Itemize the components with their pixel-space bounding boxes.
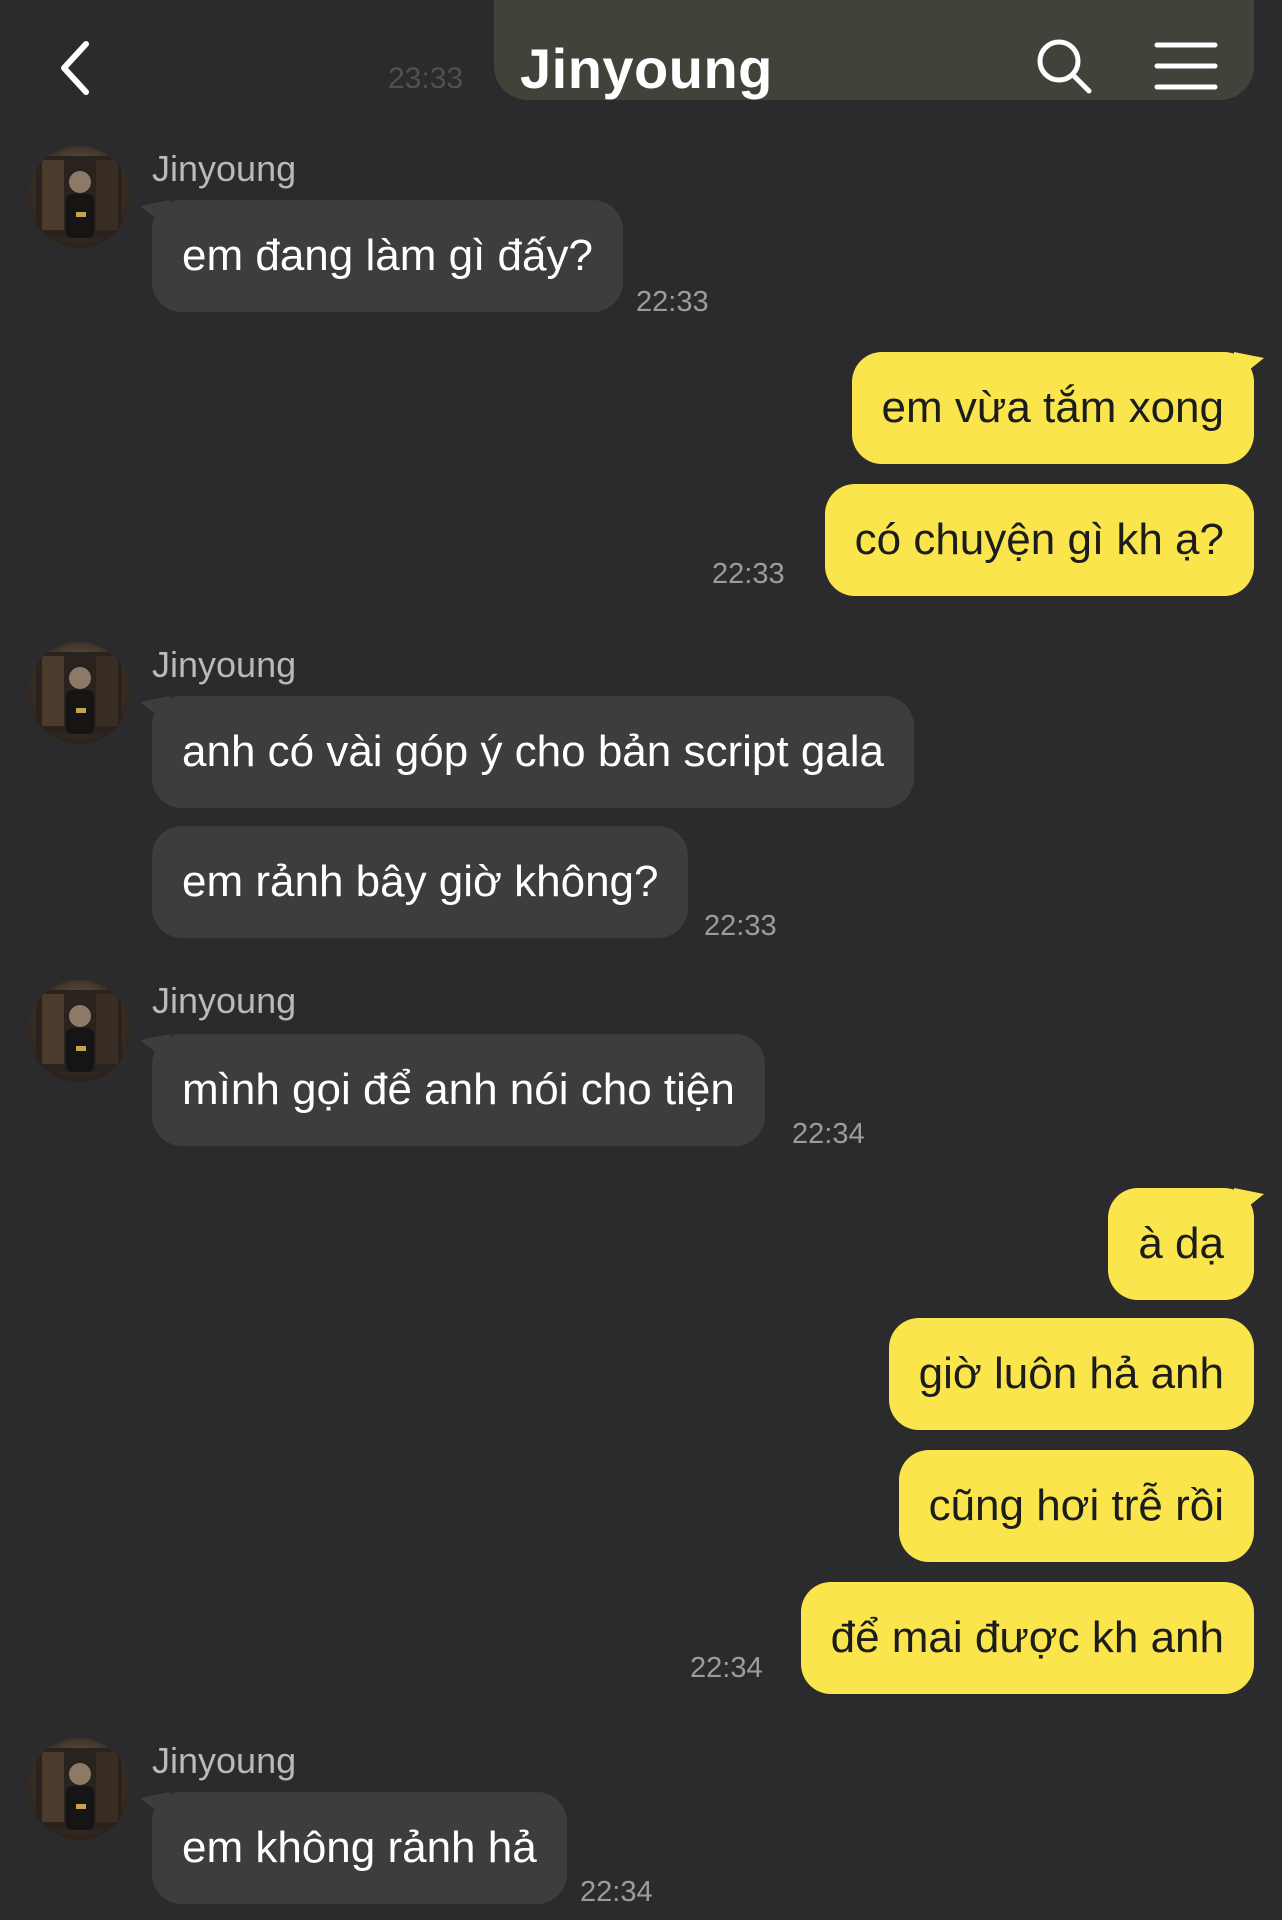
sender-name: Jinyoung (152, 148, 297, 189)
sender-name: Jinyoung (152, 980, 297, 1021)
message-bubble-outgoing[interactable]: em vừa tắm xong (851, 352, 1254, 464)
sender-avatar[interactable] (28, 642, 130, 744)
message-bubble-incoming[interactable]: anh có vài góp ý cho bản script gala (152, 696, 915, 808)
search-icon (1037, 39, 1092, 94)
message-time: 22:33 (636, 286, 709, 318)
sender-avatar[interactable] (28, 980, 130, 1082)
menu-icon (1154, 42, 1218, 90)
message-bubble-incoming[interactable]: mình gọi để anh nói cho tiện (152, 1034, 765, 1146)
message-time: 22:34 (580, 1876, 653, 1908)
chat-header: Jinyoung (0, 0, 1282, 130)
avatar-photo (36, 156, 122, 238)
message-time: 22:34 (690, 1652, 763, 1684)
chevron-left-icon (61, 41, 89, 95)
message-bubble-outgoing[interactable]: à dạ (1108, 1188, 1254, 1300)
menu-button[interactable] (1154, 40, 1218, 92)
message-bubble-incoming[interactable]: em rảnh bây giờ không? (152, 826, 689, 938)
sender-avatar[interactable] (28, 146, 130, 248)
avatar-photo (36, 990, 122, 1072)
message-time: 22:33 (712, 558, 785, 590)
message-time: 22:33 (704, 910, 777, 942)
search-button[interactable] (1034, 36, 1094, 96)
message-bubble-outgoing[interactable]: để mai được kh anh (800, 1582, 1254, 1694)
sender-avatar[interactable] (28, 1738, 130, 1840)
avatar-photo (36, 1748, 122, 1830)
message-time: 22:34 (792, 1118, 865, 1150)
back-button[interactable] (48, 38, 108, 98)
message-bubble-incoming[interactable]: em không rảnh hả (152, 1792, 567, 1904)
chat-title: Jinyoung (520, 37, 773, 100)
message-bubble-incoming[interactable]: em đang làm gì đấy? (152, 200, 623, 312)
message-bubble-outgoing[interactable]: giờ luôn hả anh (888, 1318, 1254, 1430)
avatar-photo (36, 652, 122, 734)
sender-name: Jinyoung (152, 1740, 297, 1781)
message-bubble-outgoing[interactable]: cũng hơi trễ rồi (898, 1450, 1254, 1562)
sender-name: Jinyoung (152, 644, 297, 685)
message-bubble-outgoing[interactable]: có chuyện gì kh ạ? (824, 484, 1254, 596)
